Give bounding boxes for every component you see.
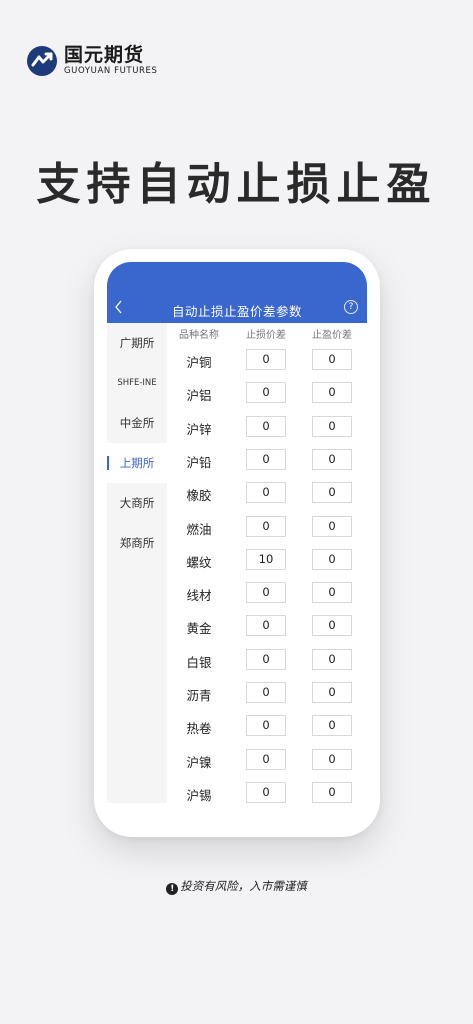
table-row: 燃油 0 0: [167, 510, 367, 543]
sidebar-item[interactable]: 大商所: [107, 483, 167, 523]
table-row: 白银 0 0: [167, 643, 367, 676]
disclaimer-text: 投资有风险，入市需谨慎: [180, 879, 307, 893]
take-profit-input[interactable]: 0: [312, 482, 352, 504]
sidebar-item[interactable]: 郑商所: [107, 523, 167, 563]
content-area: 广期所 SHFE-INE 中金所 上期所 大商所 郑商所 品种名称 止损价差 止盈价差 沪…: [107, 323, 367, 803]
table-row: 沪铝 0 0: [167, 376, 367, 409]
exchange-sidebar: 广期所 SHFE-INE 中金所 上期所 大商所 郑商所: [107, 323, 167, 803]
table-header: 品种名称 止损价差 止盈价差: [167, 326, 367, 342]
brand-name-cn: 国元期货: [64, 44, 145, 66]
product-name: 沪锌: [186, 421, 212, 437]
question-circle-icon[interactable]: ?: [344, 300, 358, 314]
product-name: 白银: [186, 654, 212, 670]
table-row: 螺纹 10 0: [167, 543, 367, 576]
stop-loss-input[interactable]: 0: [246, 482, 286, 504]
stop-loss-input[interactable]: 0: [246, 781, 286, 803]
stop-loss-input[interactable]: 0: [246, 748, 286, 770]
product-name: 螺纹: [186, 554, 212, 570]
stop-loss-input[interactable]: 0: [246, 715, 286, 737]
take-profit-input[interactable]: 0: [312, 682, 352, 703]
take-profit-input[interactable]: 0: [312, 448, 352, 470]
stop-loss-input[interactable]: 0: [246, 682, 286, 703]
take-profit-input[interactable]: 0: [312, 515, 352, 537]
table-row: 沪铅 0 0: [167, 443, 367, 476]
table-row: 黄金 0 0: [167, 609, 367, 642]
take-profit-input[interactable]: 0: [312, 715, 352, 737]
brand-logo: 国元期货 GUOYUAN FUTURES: [26, 45, 158, 77]
headline: 支持自动止损止盈: [36, 159, 437, 210]
product-name: 燃油: [186, 521, 212, 537]
exclamation-circle-icon: !: [166, 883, 179, 895]
take-profit-input[interactable]: 0: [312, 582, 352, 604]
take-profit-input[interactable]: 0: [312, 382, 352, 404]
product-name: 橡胶: [186, 488, 212, 504]
page-title: 自动止损止盈价差参数: [171, 304, 302, 319]
sidebar-item[interactable]: SHFE-INE: [107, 363, 167, 403]
product-name: 线材: [186, 588, 212, 604]
app-header: 自动止损止盈价差参数 ?: [107, 262, 367, 323]
take-profit-input[interactable]: 0: [312, 648, 352, 670]
stop-loss-input[interactable]: 0: [246, 448, 286, 470]
take-profit-input[interactable]: 0: [312, 415, 352, 437]
product-name: 热卷: [186, 721, 212, 737]
stop-loss-input[interactable]: 0: [246, 515, 286, 537]
product-name: 沪锡: [186, 787, 212, 803]
take-profit-input[interactable]: 0: [312, 748, 352, 770]
take-profit-input[interactable]: 0: [312, 349, 352, 370]
app-screen: 自动止损止盈价差参数 ? 广期所 SHFE-INE 中金所 上期所 大商所 郑商所 品种名…: [107, 262, 367, 803]
column-header-take-profit: 止盈价差: [312, 330, 352, 341]
take-profit-input[interactable]: 0: [312, 615, 352, 637]
sidebar-item[interactable]: 上期所: [107, 443, 167, 483]
risk-disclaimer: ! 投资有风险，入市需谨慎: [0, 878, 473, 895]
product-name: 沥青: [186, 688, 212, 703]
guoyuan-logo-icon: [27, 46, 57, 76]
product-name: 沪铝: [186, 388, 212, 404]
stop-loss-input[interactable]: 0: [246, 648, 286, 670]
table-row: 橡胶 0 0: [167, 476, 367, 509]
table-row: 沪锡 0 0: [167, 776, 367, 803]
table-row: 沪锌 0 0: [167, 410, 367, 443]
stop-loss-input[interactable]: 10: [246, 548, 286, 570]
table-row: 沪镍 0 0: [167, 743, 367, 776]
table-row: 热卷 0 0: [167, 709, 367, 742]
product-name: 沪镍: [186, 754, 212, 770]
sidebar-item[interactable]: 广期所: [107, 323, 167, 363]
sidebar-item[interactable]: 中金所: [107, 403, 167, 443]
product-name: 沪铜: [186, 355, 212, 370]
take-profit-input[interactable]: 0: [312, 781, 352, 803]
column-header-stop-loss: 止损价差: [246, 330, 286, 341]
table-row: 沪铜 0 0: [167, 343, 367, 376]
take-profit-input[interactable]: 0: [312, 548, 352, 570]
product-name: 黄金: [186, 621, 212, 637]
stop-loss-input[interactable]: 0: [246, 415, 286, 437]
brand-name-en: GUOYUAN FUTURES: [64, 66, 158, 76]
product-name: 沪铅: [186, 454, 212, 470]
stop-loss-input[interactable]: 0: [246, 349, 286, 370]
stop-loss-input[interactable]: 0: [246, 582, 286, 604]
stop-loss-input[interactable]: 0: [246, 615, 286, 637]
stop-loss-input[interactable]: 0: [246, 382, 286, 404]
table-row: 沥青 0 0: [167, 676, 367, 709]
column-header-name: 品种名称: [179, 330, 219, 341]
table-row: 线材 0 0: [167, 576, 367, 609]
